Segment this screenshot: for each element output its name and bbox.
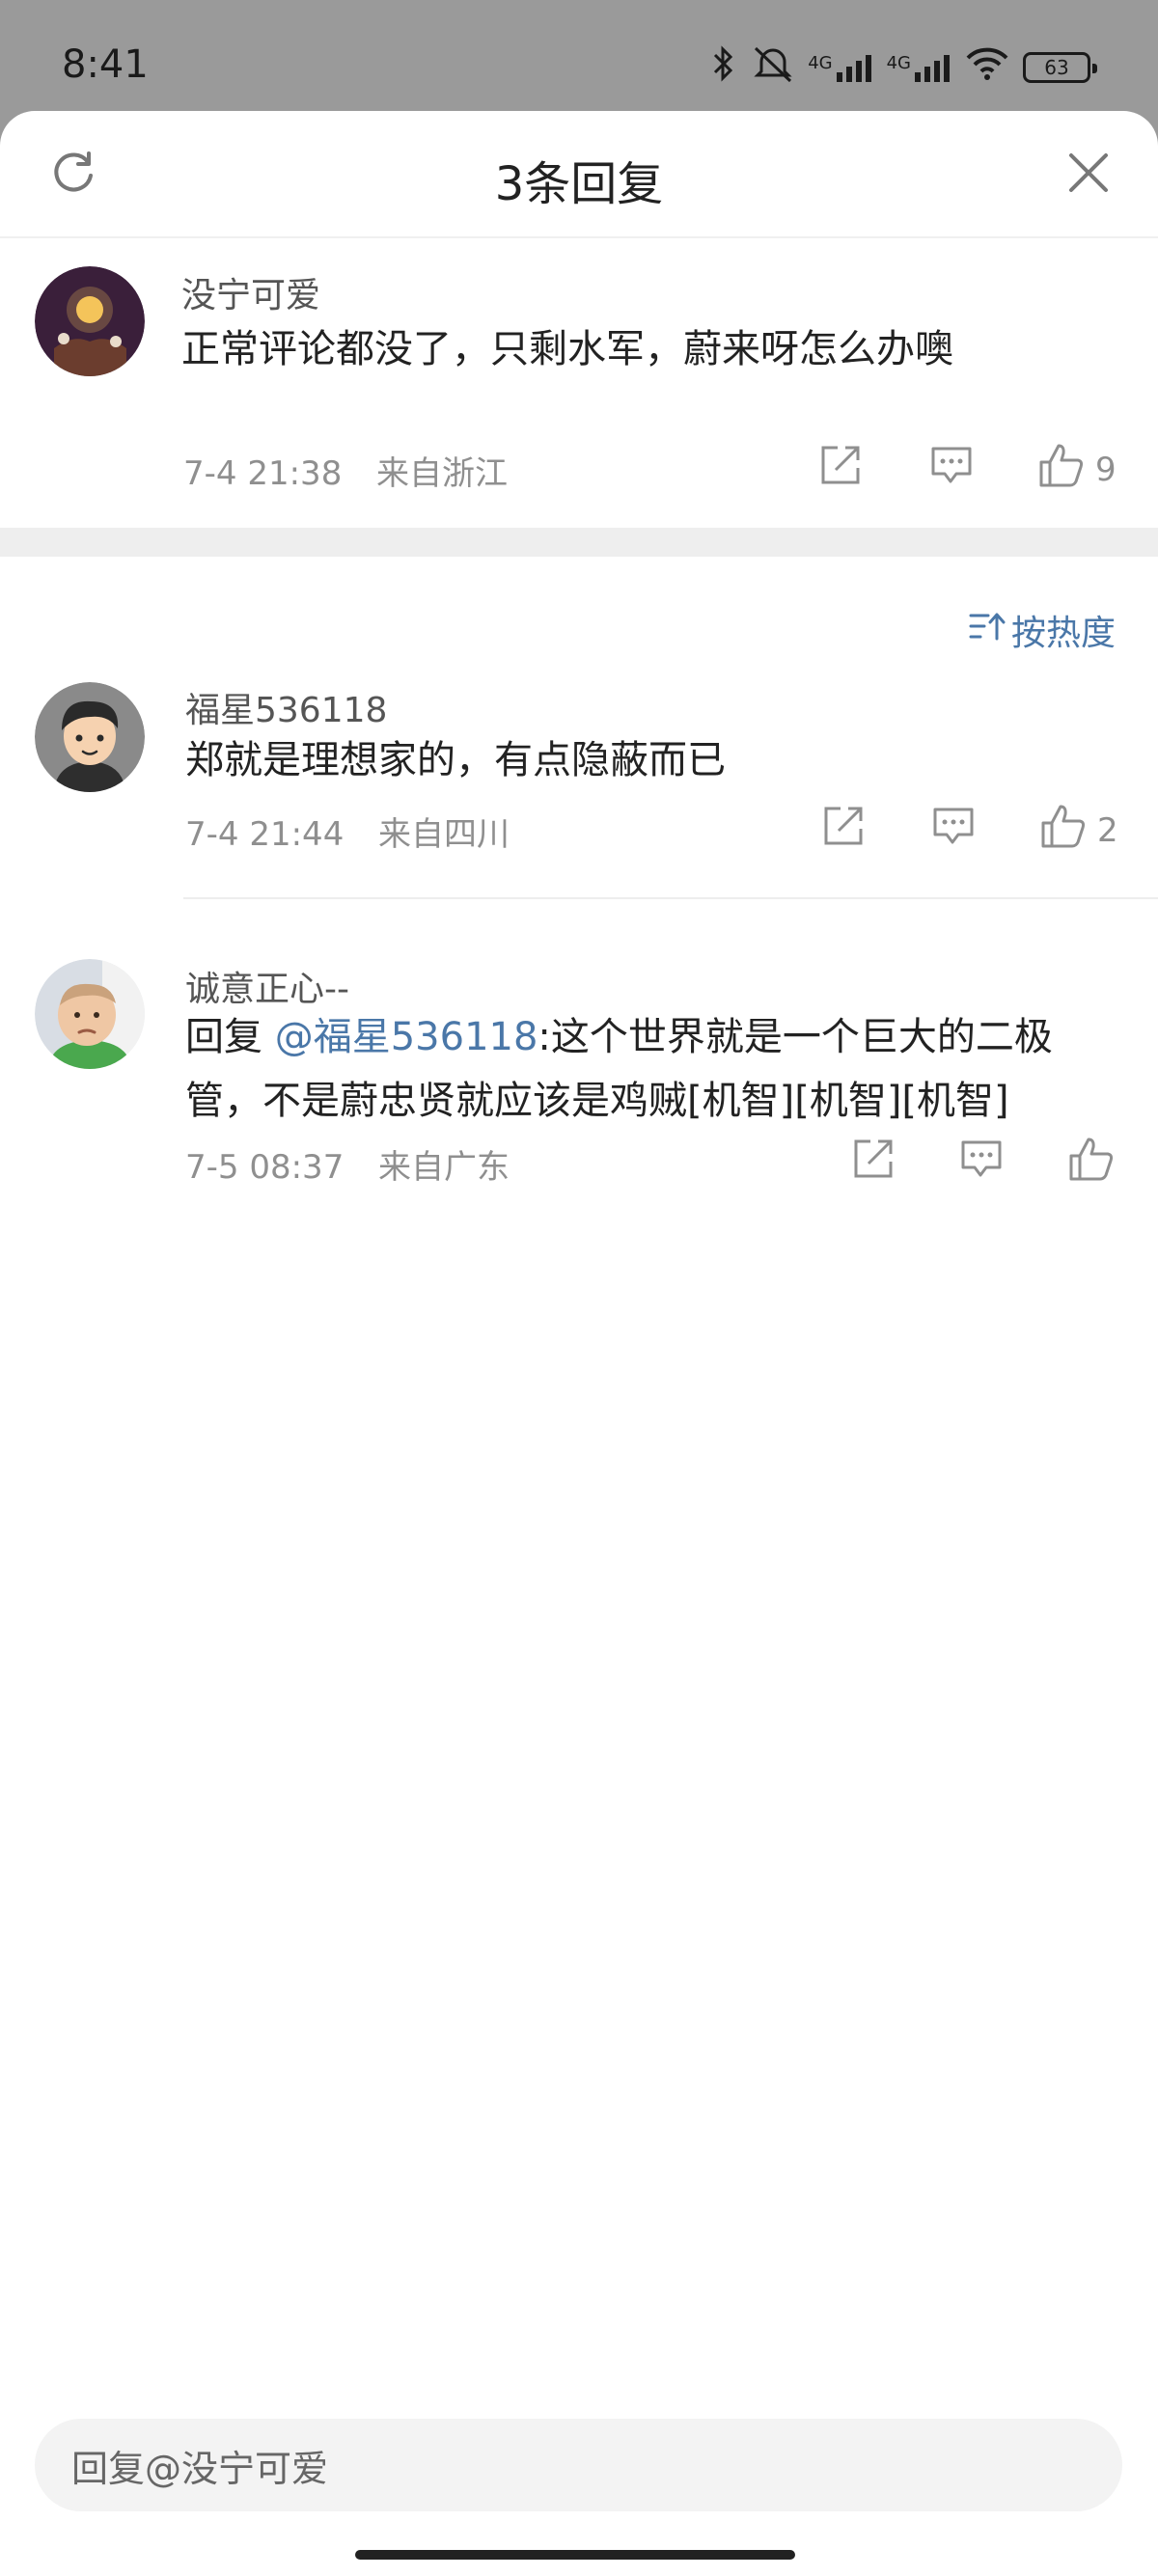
wifi-icon	[965, 46, 1009, 88]
root-like-count: 9	[1095, 450, 1117, 489]
root-username[interactable]: 没宁可爱	[181, 267, 320, 317]
sheet-title: 3条回复	[494, 157, 664, 211]
thumbs-up-icon	[1037, 441, 1086, 498]
status-bar: 8:41 4G 4G 63	[0, 0, 1158, 111]
reply-item: 诚意正心-- 回复 @福星536118:这个世界就是一个巨大的二极 管，不是蔚忠…	[0, 938, 1158, 1227]
reply-text-line-1: 回复 @福星536118:这个世界就是一个巨大的二极	[185, 1005, 1131, 1069]
sort-label: 按热度	[1010, 614, 1116, 653]
root-comment-meta: 7-4 21:38 来自浙江	[183, 447, 508, 494]
comment-icon	[929, 443, 974, 496]
sheet-header: 3条回复	[0, 111, 1158, 238]
reply-username[interactable]: 诚意正心--	[185, 961, 349, 1011]
mention-link[interactable]: @福星536118	[275, 1015, 538, 1059]
reply-comment-button[interactable]	[959, 1137, 1004, 1190]
reply-comment-button[interactable]	[931, 804, 976, 857]
close-icon	[1067, 151, 1110, 198]
thumbs-up-icon	[1067, 1135, 1116, 1192]
reply-text: 回复 @福星536118:这个世界就是一个巨大的二极 管，不是蔚忠贤就应该是鸡贼…	[185, 1005, 1131, 1133]
reply-prefix: 回复	[185, 1015, 275, 1059]
reply-meta: 7-5 08:37 来自广东	[185, 1140, 510, 1188]
reply-like-button[interactable]	[1067, 1135, 1116, 1192]
avatar[interactable]	[35, 959, 145, 1069]
avatar[interactable]	[35, 682, 145, 792]
sort-by-hot-button[interactable]: 按热度	[969, 605, 1116, 655]
home-indicator[interactable]	[355, 2550, 795, 2560]
signal-icon-2: 4G	[887, 53, 951, 82]
reply-meta: 7-4 21:44 来自四川	[185, 808, 510, 855]
share-icon	[818, 443, 863, 496]
reply-time: 7-5 08:37	[185, 1148, 345, 1187]
replies-sheet: 3条回复 没宁可爱 正常评论都没了，只剩水军，蔚来呀怎么办噢 7-4 21:38…	[0, 111, 1158, 2576]
reply-time: 7-4 21:44	[185, 815, 345, 854]
reply-input-placeholder: 回复@没宁可爱	[71, 2447, 329, 2490]
root-like-button[interactable]: 9	[1037, 441, 1117, 498]
reply-location: 来自四川	[377, 815, 510, 854]
signal-icon-1: 4G	[808, 53, 872, 82]
comment-icon	[931, 804, 976, 857]
bluetooth-icon	[709, 45, 738, 89]
reply-like-button[interactable]: 2	[1039, 802, 1118, 859]
close-button[interactable]	[1062, 148, 1116, 202]
status-icons: 4G 4G 63	[709, 44, 1097, 90]
thumbs-up-icon	[1039, 802, 1088, 859]
reply-location: 来自广东	[377, 1148, 510, 1187]
root-comment-text: 正常评论都没了，只剩水军，蔚来呀怎么办噢	[181, 327, 953, 371]
battery-icon: 63	[1023, 51, 1097, 83]
root-comment: 没宁可爱 正常评论都没了，只剩水军，蔚来呀怎么办噢 7-4 21:38 来自浙江…	[0, 238, 1158, 528]
sort-icon	[969, 610, 1006, 651]
reply-username[interactable]: 福星536118	[185, 682, 387, 732]
mute-bell-icon	[752, 44, 794, 90]
share-icon	[821, 804, 866, 857]
reply-like-count: 2	[1097, 810, 1118, 850]
reply-input[interactable]: 回复@没宁可爱	[35, 2419, 1122, 2511]
sort-row: 按热度	[0, 557, 1158, 682]
root-location: 来自浙江	[375, 454, 508, 493]
share-icon	[851, 1137, 896, 1190]
reply-text: 郑就是理想家的，有点隐蔽而已	[185, 738, 726, 782]
reply-text-line-2: 管，不是蔚忠贤就应该是鸡贼[机智][机智][机智]	[185, 1079, 1009, 1123]
avatar[interactable]	[35, 266, 145, 376]
comment-icon	[959, 1137, 1004, 1190]
root-time: 7-4 21:38	[183, 454, 343, 493]
status-time: 8:41	[62, 42, 149, 87]
root-comment-button[interactable]	[929, 443, 974, 496]
reply-share-button[interactable]	[821, 804, 866, 857]
reply-item: 福星536118 郑就是理想家的，有点隐蔽而已 7-4 21:44 来自四川 2	[0, 682, 1158, 938]
reply-share-button[interactable]	[851, 1137, 896, 1190]
root-share-button[interactable]	[818, 443, 863, 496]
section-divider	[0, 528, 1158, 557]
row-separator	[183, 897, 1158, 899]
reply-text-part-1: :这个世界就是一个巨大的二极	[538, 1015, 1053, 1059]
